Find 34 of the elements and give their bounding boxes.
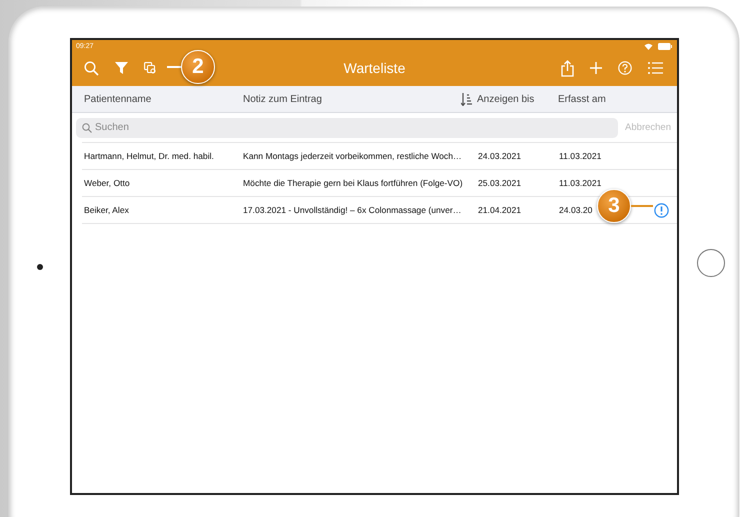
column-header[interactable]: Patientenname: [84, 94, 152, 104]
list-icon[interactable]: [648, 62, 663, 74]
table-cell-text: Hartmann, Helmut, Dr. med. habil.: [83, 151, 215, 161]
table-cell-text: 11.03.2021: [559, 151, 602, 161]
table-row[interactable]: Hartmann, Helmut, Dr. med. habil. Kann Montags jederzeit vorbeikommen, restliche Woch… 24.03.2021 11.03.2021: [82, 142, 677, 169]
plus-icon[interactable]: [590, 62, 602, 74]
camera-dot: [37, 264, 43, 270]
table-cell-text: Weber, Otto: [83, 178, 131, 188]
wifi-icon: [644, 42, 653, 50]
battery-icon: [658, 42, 672, 50]
screen-title: Warteliste: [344, 60, 406, 76]
column-header[interactable]: Anzeigen bis: [477, 94, 534, 104]
table-cell-text: 24.03.20: [559, 205, 594, 215]
table-cell-text: 25.03.2021: [478, 178, 522, 188]
table-cell-text: 21.04.2021: [478, 205, 522, 215]
table-cell-text: Kann Montags jederzeit vorbeikommen, restliche Woch…: [243, 151, 463, 161]
column-header[interactable]: Erfasst am: [558, 94, 606, 104]
help-icon[interactable]: [618, 61, 632, 75]
filter-icon[interactable]: [115, 62, 128, 74]
home-button[interactable]: [696, 249, 724, 277]
table-cell-text: Beiker, Alex: [83, 205, 130, 215]
leader-line: [167, 66, 181, 68]
table-cell-text: 11.03.2021: [559, 178, 602, 188]
copy-icon[interactable]: [144, 62, 157, 74]
leader-line: [631, 205, 653, 207]
share-icon[interactable]: [561, 60, 574, 76]
table-cell-text: Möchte die Therapie gern bei Klaus fortführen (Folge-VO): [243, 178, 464, 188]
alert-icon[interactable]: [654, 202, 669, 218]
column-header[interactable]: Notiz zum Eintrag: [243, 94, 322, 104]
search-icon: [82, 122, 92, 132]
table-cell-text: 24.03.2021: [478, 151, 522, 161]
sort-icon[interactable]: [461, 92, 472, 106]
search-icon[interactable]: [84, 60, 99, 76]
table-cell-text: 17.03.2021 - Unvollständig! – 6x Colonmassage (unver…: [243, 205, 462, 215]
